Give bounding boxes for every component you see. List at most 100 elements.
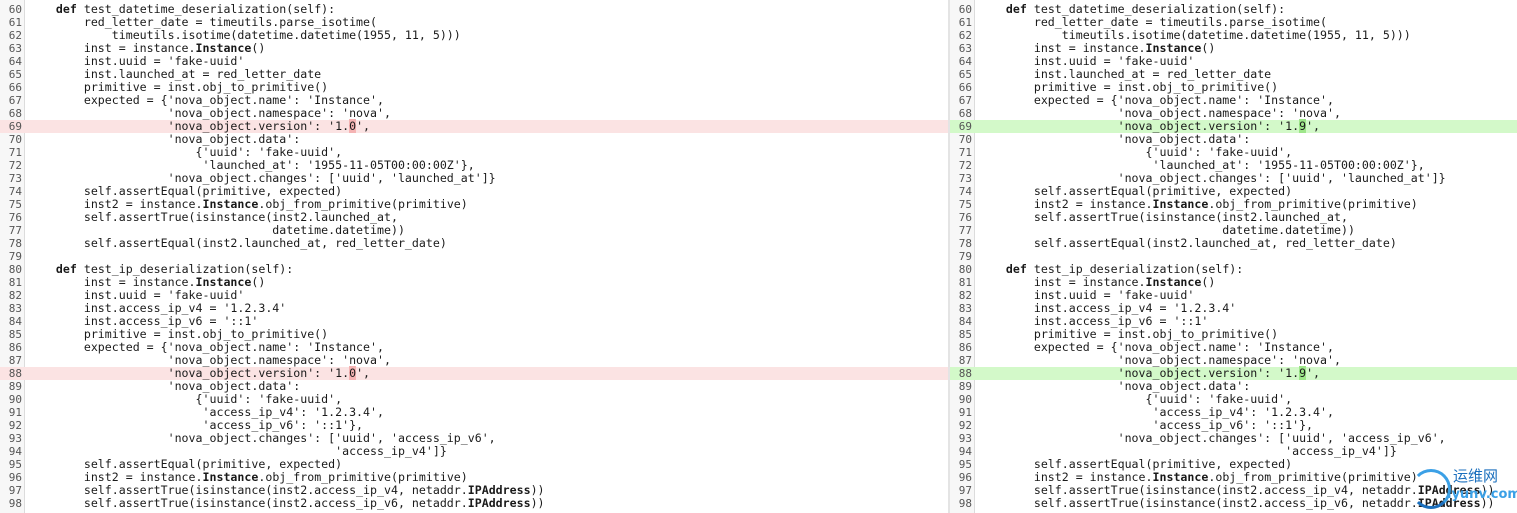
line-number: 66 (8, 81, 22, 94)
code-lines-right: 60 def test_datetime_deserialization(sel… (950, 3, 1517, 510)
line-number: 63 (958, 42, 972, 55)
line-number: 74 (958, 185, 972, 198)
diff-pane-left[interactable]: 60 def test_datetime_deserialization(sel… (0, 0, 948, 513)
code-segment: ', (356, 119, 371, 133)
line-number: 91 (958, 406, 972, 419)
class-name: Instance (202, 197, 259, 211)
code-text: self.assertEqual(inst2.launched_at, red_… (978, 236, 1397, 250)
line-number: 83 (8, 302, 22, 315)
line-number: 65 (8, 68, 22, 81)
line-number: 63 (8, 42, 22, 55)
class-name: Instance (1152, 197, 1209, 211)
line-number: 67 (958, 94, 972, 107)
line-number: 90 (958, 393, 972, 406)
line-number: 85 (8, 328, 22, 341)
watermark-title: 运维网 (1453, 467, 1499, 485)
line-number: 79 (958, 250, 972, 263)
line-number: 72 (8, 159, 22, 172)
code-text: self.assertEqual(inst2.launched_at, red_… (28, 236, 447, 250)
class-name: IPAddress (467, 496, 531, 510)
line-number: 83 (958, 302, 972, 315)
line-number: 80 (958, 263, 972, 276)
line-number: 81 (958, 276, 972, 289)
line-number: 98 (958, 497, 972, 510)
class-name: Instance (202, 470, 259, 484)
line-number: 96 (8, 471, 22, 484)
line-number: 87 (958, 354, 972, 367)
line-number: 94 (8, 445, 22, 458)
line-number: 66 (958, 81, 972, 94)
line-number: 84 (958, 315, 972, 328)
line-number: 88 (8, 367, 22, 380)
code-segment: 'nova_object.version': '1. (978, 366, 1300, 380)
line-number: 76 (958, 211, 972, 224)
line-number: 92 (958, 419, 972, 432)
line-number: 93 (958, 432, 972, 445)
keyword: def (1005, 2, 1027, 16)
line-number: 71 (958, 146, 972, 159)
line-number: 60 (958, 3, 972, 16)
line-number: 69 (958, 120, 972, 133)
line-number: 82 (958, 289, 972, 302)
line-number: 94 (958, 445, 972, 458)
line-number: 87 (8, 354, 22, 367)
line-number: 65 (958, 68, 972, 81)
line-number: 60 (8, 3, 22, 16)
line-number: 84 (8, 315, 22, 328)
keyword: def (55, 262, 77, 276)
class-name: Instance (195, 41, 252, 55)
watermark-url: iyunv.com (1447, 487, 1517, 502)
code-text: self.assertTrue(isinstance(inst2.access_… (28, 496, 545, 510)
line-number: 92 (8, 419, 22, 432)
line-number: 70 (8, 133, 22, 146)
line-number: 78 (8, 237, 22, 250)
code-segment: ', (356, 366, 371, 380)
line-number: 82 (8, 289, 22, 302)
line-number: 68 (8, 107, 22, 120)
class-name: Instance (1145, 275, 1202, 289)
logo-swirl-icon (1411, 469, 1451, 509)
diff-pane-right[interactable]: 60 def test_datetime_deserialization(sel… (950, 0, 1517, 513)
line-number: 93 (8, 432, 22, 445)
line-number: 88 (958, 367, 972, 380)
line-number: 64 (8, 55, 22, 68)
line-number: 68 (958, 107, 972, 120)
line-number: 95 (8, 458, 22, 471)
line-number: 85 (958, 328, 972, 341)
line-number: 74 (8, 185, 22, 198)
watermark: 运维网 iyunv.com (1411, 465, 1517, 509)
line-number: 81 (8, 276, 22, 289)
line-number: 61 (958, 16, 972, 29)
line-number: 95 (958, 458, 972, 471)
line-number: 70 (958, 133, 972, 146)
line-number: 86 (958, 341, 972, 354)
class-name: Instance (1152, 470, 1209, 484)
line-number: 90 (8, 393, 22, 406)
line-number: 73 (8, 172, 22, 185)
class-name: Instance (1145, 41, 1202, 55)
line-number: 97 (8, 484, 22, 497)
line-number: 75 (958, 198, 972, 211)
line-number: 86 (8, 341, 22, 354)
line-number: 67 (8, 94, 22, 107)
keyword: def (55, 2, 77, 16)
line-number: 77 (8, 224, 22, 237)
class-name: Instance (195, 275, 252, 289)
code-segment: ', (1306, 119, 1321, 133)
diff-line: 78 self.assertEqual(inst2.launched_at, r… (950, 236, 1517, 251)
line-number: 71 (8, 146, 22, 159)
line-number: 73 (958, 172, 972, 185)
line-number: 78 (958, 237, 972, 250)
code-segment: 'nova_object.version': '1. (978, 119, 1300, 133)
code-segment: 'nova_object.version': '1. (28, 366, 350, 380)
line-number: 89 (958, 380, 972, 393)
class-name: IPAddress (467, 483, 531, 497)
line-number: 72 (958, 159, 972, 172)
line-number: 91 (8, 406, 22, 419)
line-number: 62 (958, 29, 972, 42)
code-lines-left: 60 def test_datetime_deserialization(sel… (0, 3, 948, 510)
line-number: 64 (958, 55, 972, 68)
diff-line: 78 self.assertEqual(inst2.launched_at, r… (0, 236, 948, 251)
line-number: 98 (8, 497, 22, 510)
keyword: def (1005, 262, 1027, 276)
